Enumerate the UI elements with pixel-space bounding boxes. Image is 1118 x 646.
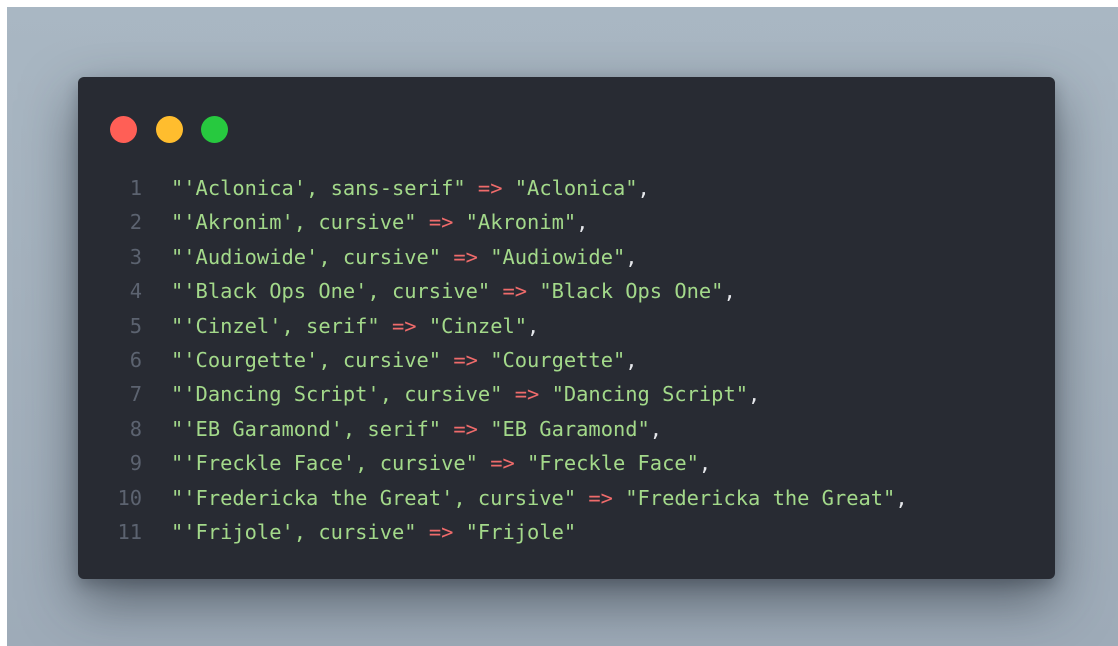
code-line: 8 "'EB Garamond', serif" => "EB Garamond"…	[78, 412, 1055, 446]
code-line: 3 "'Audiowide', cursive" => "Audiowide",	[78, 240, 1055, 274]
value-string: "Courgette"	[490, 347, 626, 372]
code-text: "'Courgette', cursive" => "Courgette",	[171, 343, 638, 377]
code-text: "'Fredericka the Great', cursive" => "Fr…	[171, 481, 908, 515]
key-string: "'Frijole', cursive"	[171, 519, 417, 544]
value-string: "Freckle Face"	[527, 451, 699, 476]
code-text: "'Cinzel', serif" => "Cinzel",	[171, 309, 539, 343]
code-line: 10 "'Fredericka the Great', cursive" => "…	[78, 481, 1055, 515]
line-number: 5	[129, 313, 142, 338]
arrow-operator: =>	[502, 279, 528, 304]
arrow-operator: =>	[391, 313, 417, 338]
value-string: "Audiowide"	[490, 244, 626, 269]
comma-punctuation: ,	[698, 451, 712, 476]
arrow-operator: =>	[490, 451, 515, 476]
maximize-dot-icon[interactable]	[201, 116, 228, 143]
key-string: "'Audiowide', cursive"	[171, 244, 442, 269]
minimize-dot-icon[interactable]	[156, 116, 183, 143]
value-string: "Black Ops One"	[539, 279, 724, 304]
arrow-operator: =>	[453, 244, 478, 269]
comma-punctuation: ,	[895, 485, 908, 510]
arrow-operator: =>	[453, 347, 478, 372]
comma-punctuation: ,	[625, 244, 638, 269]
key-string: "'Aclonica', sans-serif"	[171, 176, 466, 200]
line-number: 9	[129, 451, 142, 476]
code-line: 9 "'Freckle Face', cursive" => "Freckle F…	[78, 446, 1055, 480]
code-text: "'Akronim', cursive" => "Akronim",	[171, 205, 588, 239]
value-string: "Frijole"	[465, 519, 577, 544]
code-text: "'Frijole', cursive" => "Frijole"	[171, 515, 576, 549]
value-string: "Akronim"	[465, 210, 577, 235]
comma-punctuation: ,	[625, 347, 638, 372]
key-string: "'Cinzel', serif"	[171, 313, 380, 338]
code-line: 7 "'Dancing Script', cursive" => "Dancing…	[78, 377, 1055, 411]
comma-punctuation: ,	[637, 176, 650, 200]
code-line: 6 "'Courgette', cursive" => "Courgette",	[78, 343, 1055, 377]
code-text: "'Audiowide', cursive" => "Audiowide",	[171, 240, 638, 274]
code-text: "'Black Ops One', cursive" => "Black Ops…	[171, 274, 736, 308]
code-text: "'Aclonica', sans-serif" => "Aclonica",	[171, 171, 650, 205]
value-string: "Cinzel"	[428, 313, 528, 338]
code-line: 5 "'Cinzel', serif" => "Cinzel",	[78, 309, 1055, 343]
value-string: "Dancing Script"	[551, 382, 749, 407]
code-block: 1 "'Aclonica', sans-serif" => "Aclonica",…	[78, 171, 1055, 549]
comma-punctuation: ,	[748, 382, 761, 407]
arrow-operator: =>	[428, 210, 454, 235]
code-window: 1 "'Aclonica', sans-serif" => "Aclonica",…	[78, 77, 1055, 579]
key-string: "'Akronim', cursive"	[171, 210, 417, 235]
line-number: 2	[129, 210, 142, 235]
code-line: 1 "'Aclonica', sans-serif" => "Aclonica",	[78, 171, 1055, 205]
value-string: "EB Garamond"	[490, 416, 650, 441]
line-number: 3	[129, 244, 142, 269]
arrow-operator: =>	[514, 382, 540, 407]
line-number: 1	[129, 176, 142, 200]
line-number: 6	[129, 347, 142, 372]
code-line: 11 "'Frijole', cursive" => "Frijole"	[78, 515, 1055, 549]
comma-punctuation: ,	[723, 279, 736, 304]
close-dot-icon[interactable]	[110, 116, 137, 143]
code-text: "'Dancing Script', cursive" => "Dancing …	[171, 377, 760, 411]
value-string: "Fredericka the Great"	[625, 485, 896, 510]
code-text: "'Freckle Face', cursive" => "Freckle Fa…	[171, 446, 711, 480]
comma-punctuation: ,	[576, 210, 589, 235]
comma-punctuation: ,	[527, 313, 540, 338]
line-number: 10	[117, 485, 142, 510]
key-string: "'Freckle Face', cursive"	[171, 451, 478, 476]
key-string: "'Black Ops One', cursive"	[171, 279, 491, 304]
key-string: "'Dancing Script', cursive"	[171, 382, 503, 407]
arrow-operator: =>	[428, 519, 454, 544]
arrow-operator: =>	[453, 416, 478, 441]
comma-punctuation: ,	[649, 416, 663, 441]
code-line: 2 "'Akronim', cursive" => "Akronim",	[78, 205, 1055, 239]
arrow-operator: =>	[588, 485, 613, 510]
line-number: 8	[129, 416, 142, 441]
key-string: "'Fredericka the Great', cursive"	[171, 485, 577, 510]
key-string: "'EB Garamond', serif"	[171, 416, 442, 441]
value-string: "Aclonica"	[514, 176, 638, 200]
line-number: 7	[129, 382, 142, 407]
code-line: 4 "'Black Ops One', cursive" => "Black Op…	[78, 274, 1055, 308]
key-string: "'Courgette', cursive"	[171, 347, 442, 372]
code-text: "'EB Garamond', serif" => "EB Garamond",	[171, 412, 662, 446]
line-number: 4	[129, 279, 142, 304]
arrow-operator: =>	[477, 176, 503, 200]
line-number: 11	[117, 519, 142, 544]
